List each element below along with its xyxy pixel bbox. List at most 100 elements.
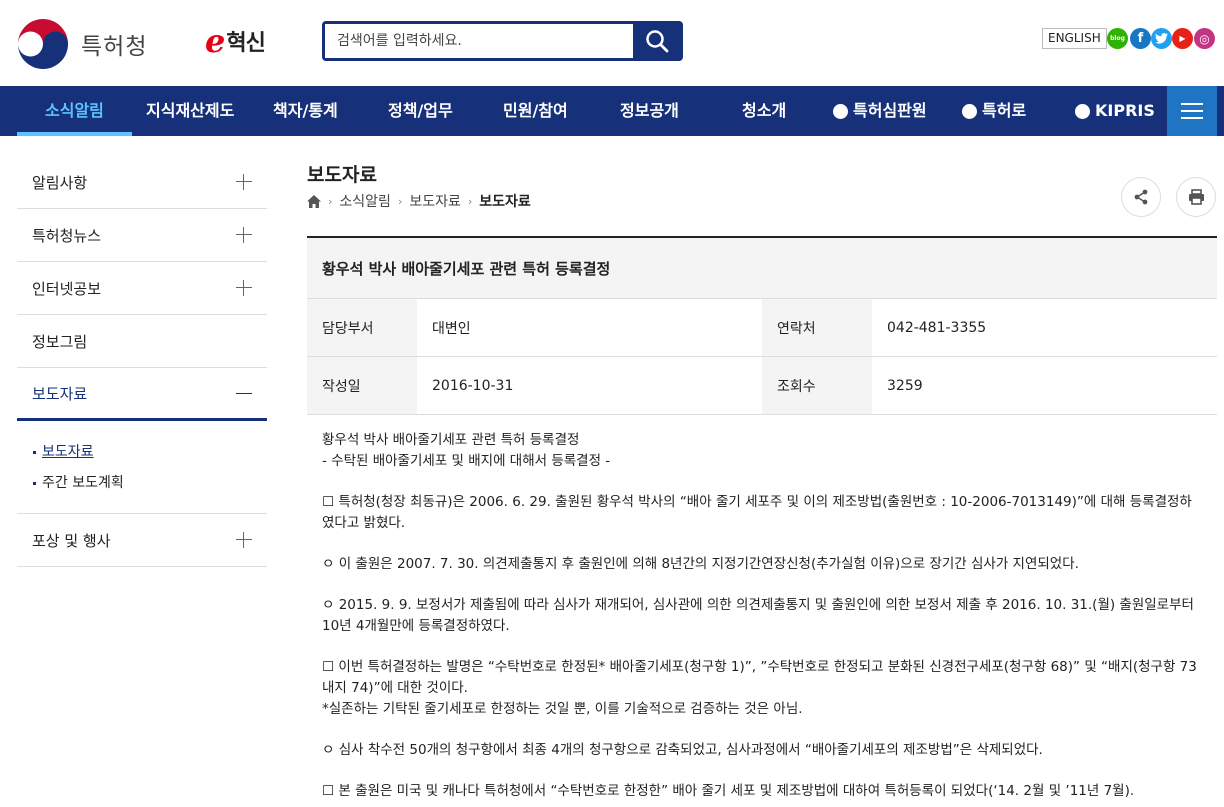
lnb-item-press-release[interactable]: 보도자료 (17, 368, 267, 421)
gnb-label: 정책/업무 (388, 101, 453, 120)
twitter-icon[interactable] (1151, 28, 1172, 49)
gnb-item-ip-system[interactable]: 지식재산제도 (146, 86, 234, 136)
breadcrumb-item[interactable]: 소식알림 (339, 191, 391, 211)
youtube-label: ▶ (1179, 34, 1186, 43)
gnb-item-patent-net[interactable]: 특허로 (962, 86, 1026, 136)
search-button[interactable] (633, 24, 680, 58)
lnb-item-awards-events[interactable]: 포상 및 행사 (17, 514, 267, 567)
body-paragraph: 황우석 박사 배아줄기세포 관련 특허 등록결정 (322, 432, 580, 448)
hamburger-menu-button[interactable] (1167, 86, 1217, 136)
views-value: 3259 (887, 377, 923, 394)
print-icon (1188, 189, 1204, 205)
body-paragraph: ☐ 본 출원은 미국 및 캐나다 특허청에서 “수탁번호로 한정한” 배아 줄기… (322, 783, 1135, 799)
lnb-sub-item-press-release[interactable]: 보도자료 (33, 437, 267, 468)
body-paragraph: ☐ 이번 특허결정하는 발명은 “수탁번호로 한정된* 배아줄기세포(청구항 1… (322, 659, 1197, 696)
breadcrumb: › 소식알림 › 보도자료 › 보도자료 (307, 191, 531, 211)
gnb-item-policy[interactable]: 정책/업무 (388, 86, 453, 136)
share-button[interactable] (1121, 177, 1161, 217)
date-label: 작성일 (307, 357, 417, 414)
lnb-item-kipo-news[interactable]: 특허청뉴스 (17, 209, 267, 262)
kipo-logo[interactable]: 특허청 (17, 18, 147, 70)
lnb-sub-label: 주간 보도계획 (42, 475, 124, 491)
lnb-item-notices[interactable]: 알림사항 (17, 156, 267, 209)
lnb-label: 인터넷공보 (32, 279, 102, 298)
plus-icon (236, 280, 252, 296)
plus-icon (236, 174, 252, 190)
gnb-label: 민원/참여 (503, 101, 568, 120)
contact-value: 042-481-3355 (887, 319, 987, 336)
lnb-item-internet-gazette[interactable]: 인터넷공보 (17, 262, 267, 315)
body-paragraph: ㅇ 심사 착수전 50개의 청구항에서 최종 4개의 청구항으로 감축되었고, … (322, 742, 1043, 758)
twitter-bird-icon (1155, 33, 1168, 44)
gnb-item-books-stats[interactable]: 책자/통계 (273, 86, 338, 136)
hamburger-icon-bar (1181, 110, 1203, 112)
breadcrumb-item[interactable]: 보도자료 (409, 191, 461, 211)
date-value: 2016-10-31 (432, 377, 514, 394)
taegeuk-mini-icon (833, 103, 848, 119)
body-paragraph: - 수탁된 배아줄기세포 및 배지에 대해서 등록결정 - (322, 453, 611, 469)
gnb-active-indicator (17, 132, 132, 136)
gnb-item-disclosure[interactable]: 정보공개 (620, 86, 679, 136)
gnb-item-civil[interactable]: 민원/참여 (503, 86, 568, 136)
taegeuk-mini-icon (962, 103, 977, 119)
gnb-label: KIPRIS (1095, 101, 1155, 120)
gnb-label: 정보공개 (620, 101, 679, 120)
print-button[interactable] (1176, 177, 1216, 217)
facebook-icon[interactable]: f (1130, 28, 1151, 49)
plus-icon (236, 532, 252, 548)
gnb-label: 특허심판원 (853, 101, 927, 120)
facebook-label: f (1137, 31, 1144, 46)
bullet-icon (33, 451, 36, 454)
blog-icon[interactable]: blog (1107, 28, 1128, 49)
english-link[interactable]: ENGLISH (1042, 28, 1107, 49)
gnb-item-kipris[interactable]: KIPRIS (1075, 86, 1155, 136)
minus-icon (236, 393, 252, 394)
blog-label: blog (1110, 35, 1125, 42)
dept-value: 대변인 (432, 320, 471, 337)
article-body: 황우석 박사 배아줄기세포 관련 특허 등록결정 - 수탁된 배아줄기세포 및 … (307, 415, 1217, 802)
share-icon (1134, 189, 1148, 205)
bullet-icon (33, 482, 36, 485)
gnb-label: 지식재산제도 (146, 101, 235, 120)
lnb-label: 포상 및 행사 (32, 531, 111, 550)
gnb-label: 특허로 (982, 101, 1027, 120)
gnb-label: 소식알림 (45, 101, 104, 120)
lnb-label: 특허청뉴스 (32, 226, 102, 245)
search-input[interactable] (325, 24, 633, 58)
hamburger-icon-bar (1181, 103, 1203, 105)
page-title: 보도자료 (307, 164, 377, 186)
chevron-right-icon: › (467, 194, 473, 208)
lnb-sub-label: 보도자료 (42, 444, 94, 460)
article-title: 황우석 박사 배아줄기세포 관련 특허 등록결정 (307, 238, 1217, 299)
lnb-item-infographics[interactable]: 정보그림 (17, 315, 267, 368)
taegeuk-logo-icon (17, 18, 69, 70)
gnb-label: 책자/통계 (273, 101, 338, 120)
plus-icon (236, 227, 252, 243)
gnb-item-tribunal[interactable]: 특허심판원 (833, 86, 927, 136)
side-navigation: 알림사항 특허청뉴스 인터넷공보 정보그림 보도자료 보도자료 주간 보도계획 … (17, 156, 267, 567)
logo-text: 특허청 (81, 34, 148, 60)
article-view: 황우석 박사 배아줄기세포 관련 특허 등록결정 담당부서 대변인 연락처 04… (307, 236, 1217, 802)
youtube-icon[interactable]: ▶ (1172, 28, 1193, 49)
lnb-submenu: 보도자료 주간 보도계획 (17, 421, 267, 514)
body-paragraph: *실존하는 기탁된 줄기세포로 한정하는 것일 뿐, 이를 기술적으로 검증하는… (322, 701, 803, 717)
chevron-right-icon: › (328, 194, 333, 208)
einno-text: 혁신 (226, 31, 265, 56)
body-paragraph: ㅇ 이 출원은 2007. 7. 30. 의견제출통지 후 출원인에 의해 8년… (322, 556, 1079, 572)
lnb-label: 보도자료 (32, 384, 88, 403)
gnb-item-about[interactable]: 청소개 (742, 86, 786, 136)
lnb-sub-item-weekly-plan[interactable]: 주간 보도계획 (33, 468, 267, 499)
body-paragraph: ㅇ 2015. 9. 9. 보정서가 제출됨에 따라 심사가 재개되어, 심사관… (322, 597, 1194, 634)
instagram-icon[interactable]: ◎ (1194, 28, 1215, 49)
info-row: 작성일 2016-10-31 조회수 3259 (307, 357, 1217, 415)
gnb-label: 청소개 (742, 101, 787, 120)
gnb-item-news[interactable]: 소식알림 (45, 86, 104, 136)
info-row: 담당부서 대변인 연락처 042-481-3355 (307, 299, 1217, 357)
einno-e-mark: e (205, 22, 226, 60)
breadcrumb-current: 보도자료 (479, 194, 531, 210)
e-innovation-logo[interactable]: e 혁신 (205, 22, 266, 60)
global-navigation: 소식알림 지식재산제도 책자/통계 정책/업무 민원/참여 정보공개 청소개 특… (0, 86, 1224, 136)
home-icon[interactable] (307, 194, 321, 208)
header: 특허청 e 혁신 ENGLISH blog f ▶ ◎ (0, 0, 1224, 86)
search-box (322, 21, 683, 61)
